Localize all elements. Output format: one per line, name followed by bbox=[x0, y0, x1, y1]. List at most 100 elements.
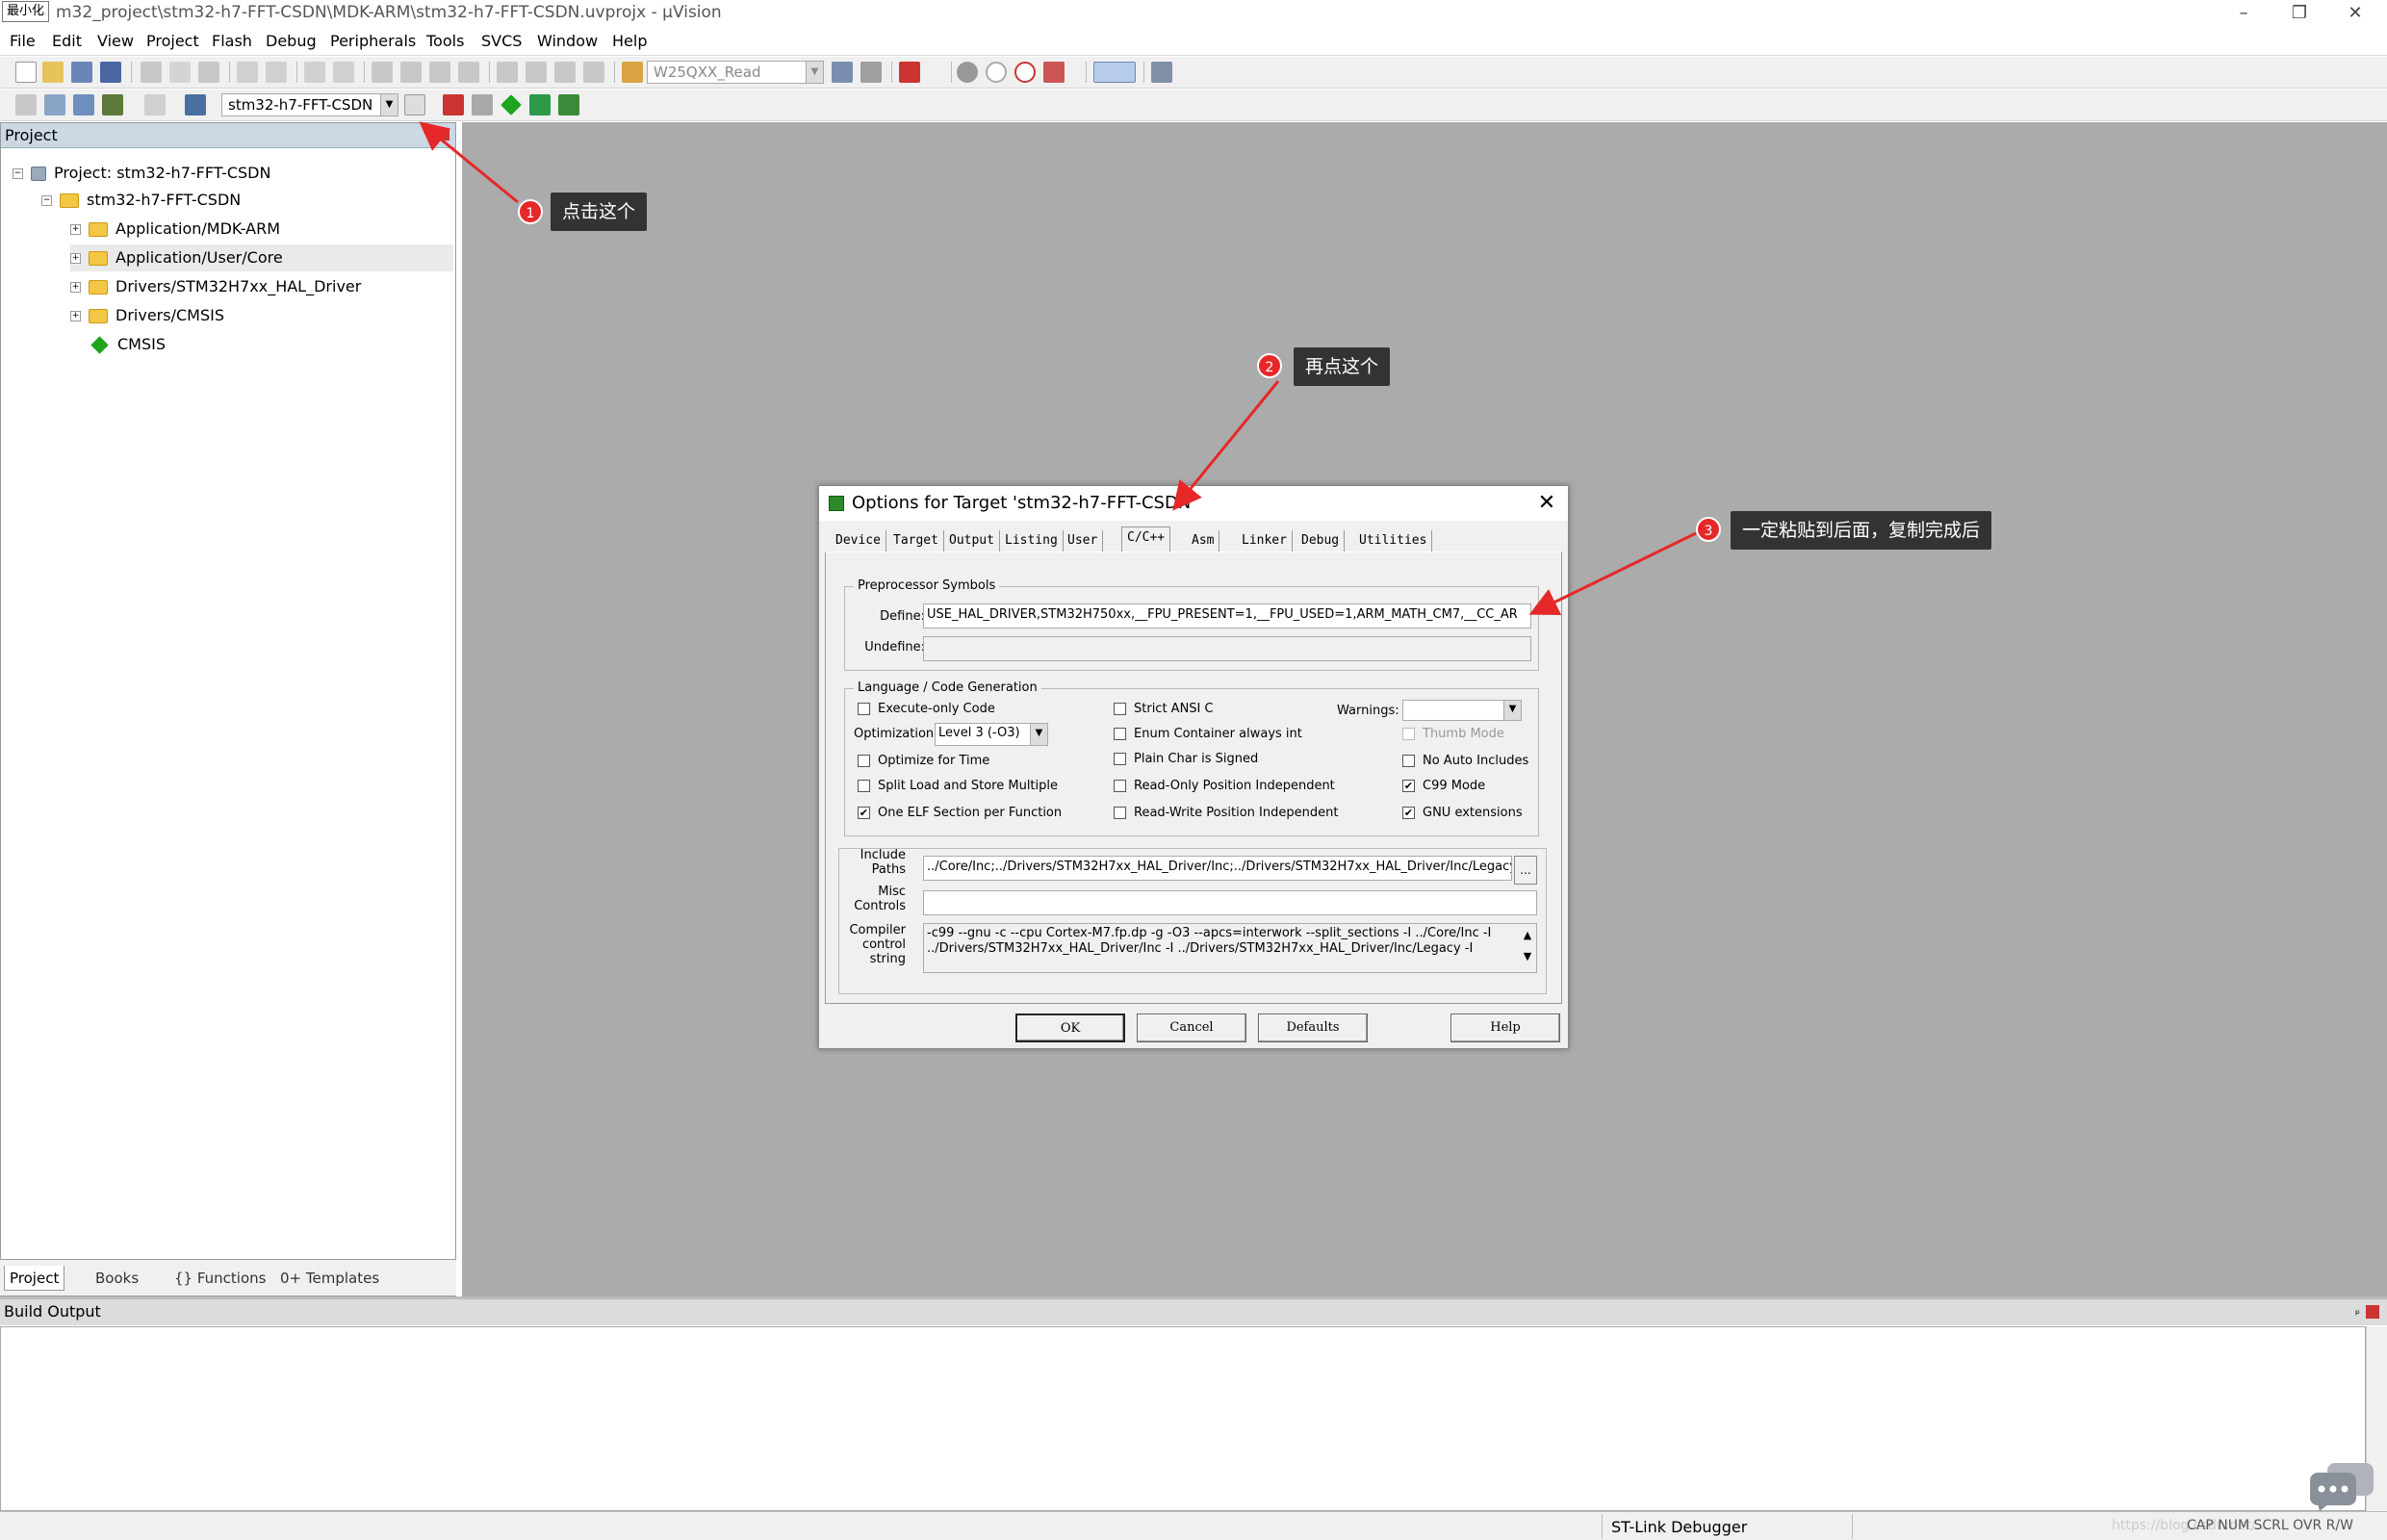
tab-cpp[interactable]: C/C++ bbox=[1121, 526, 1171, 552]
build-output-pane[interactable] bbox=[0, 1326, 2366, 1511]
chevron-down-icon[interactable]: ▼ bbox=[380, 94, 398, 116]
open-file-icon[interactable] bbox=[42, 62, 64, 83]
prev-bookmark-icon[interactable] bbox=[400, 62, 422, 83]
tab-target[interactable]: Target bbox=[888, 530, 944, 552]
find-replace-icon[interactable] bbox=[860, 62, 882, 83]
split-load-store-checkbox[interactable]: Split Load and Store Multiple bbox=[858, 777, 1058, 796]
paste-icon[interactable] bbox=[198, 62, 219, 83]
menu-file[interactable]: File bbox=[10, 32, 36, 50]
chat-bubble-icon[interactable] bbox=[2308, 1461, 2377, 1511]
indent-icon[interactable] bbox=[497, 62, 518, 83]
tab-utilities[interactable]: Utilities bbox=[1354, 530, 1433, 552]
c99-mode-checkbox[interactable]: ✔ C99 Mode bbox=[1402, 777, 1485, 796]
batch-build-icon[interactable] bbox=[102, 94, 123, 116]
comment-icon[interactable] bbox=[554, 62, 576, 83]
download-icon[interactable] bbox=[185, 94, 206, 116]
menu-help[interactable]: Help bbox=[612, 32, 647, 50]
undefine-input[interactable] bbox=[923, 636, 1531, 661]
gnu-extensions-checkbox[interactable]: ✔ GNU extensions bbox=[1402, 804, 1523, 823]
tab-asm[interactable]: Asm bbox=[1187, 530, 1220, 552]
chevron-down-icon[interactable]: ▼ bbox=[1503, 701, 1521, 720]
stop-build-icon[interactable] bbox=[144, 94, 166, 116]
chevron-down-icon[interactable]: ▼ bbox=[806, 62, 823, 83]
maximize-button[interactable]: ❐ bbox=[2272, 0, 2327, 29]
tree-item-component[interactable]: CMSIS bbox=[90, 331, 166, 358]
build-icon[interactable] bbox=[44, 94, 65, 116]
ropi-checkbox[interactable]: Read-Only Position Independent bbox=[1114, 777, 1335, 796]
tab-linker[interactable]: Linker bbox=[1237, 530, 1293, 552]
tree-item-group[interactable]: + Application/User/Core bbox=[70, 244, 453, 271]
expand-icon[interactable]: + bbox=[70, 224, 81, 235]
debug-session-icon[interactable] bbox=[899, 62, 920, 83]
clear-bookmarks-icon[interactable] bbox=[458, 62, 479, 83]
browse-include-button[interactable]: ... bbox=[1514, 856, 1537, 885]
chevron-down-icon[interactable]: ▼ bbox=[1030, 724, 1047, 745]
minimize-button[interactable]: – bbox=[2216, 0, 2272, 29]
bookmark-icon[interactable] bbox=[372, 62, 393, 83]
expand-icon[interactable]: + bbox=[70, 311, 81, 321]
one-elf-section-checkbox[interactable]: ✔ One ELF Section per Function bbox=[858, 804, 1062, 823]
define-input[interactable]: USE_HAL_DRIVER,STM32H750xx,__FPU_PRESENT… bbox=[923, 603, 1531, 629]
copy-icon[interactable] bbox=[169, 62, 191, 83]
pin-icon[interactable]: ᵖ bbox=[427, 123, 432, 148]
find-in-files-icon[interactable] bbox=[622, 62, 643, 83]
manage-rte-icon[interactable] bbox=[500, 94, 522, 116]
optimize-time-checkbox[interactable]: Optimize for Time bbox=[858, 752, 989, 771]
close-icon[interactable]: ✕ bbox=[1533, 490, 1560, 517]
tab-templates[interactable]: 0+ Templates bbox=[275, 1266, 384, 1291]
translate-icon[interactable] bbox=[15, 94, 37, 116]
rebuild-icon[interactable] bbox=[73, 94, 94, 116]
cut-icon[interactable] bbox=[141, 62, 162, 83]
incremental-find-icon[interactable] bbox=[832, 62, 853, 83]
tab-user[interactable]: User bbox=[1063, 530, 1104, 552]
manage-project-items-icon[interactable] bbox=[443, 94, 464, 116]
tree-item-group[interactable]: + Application/MDK-ARM bbox=[70, 216, 280, 243]
help-button[interactable]: Help bbox=[1450, 1014, 1560, 1042]
strict-ansi-checkbox[interactable]: Strict ANSI C bbox=[1114, 700, 1214, 719]
enum-container-checkbox[interactable]: Enum Container always int bbox=[1114, 725, 1302, 744]
menu-debug[interactable]: Debug bbox=[266, 32, 317, 50]
no-auto-includes-checkbox[interactable]: No Auto Includes bbox=[1402, 752, 1528, 771]
next-bookmark-icon[interactable] bbox=[429, 62, 450, 83]
disable-breakpoint-icon[interactable] bbox=[986, 62, 1007, 83]
tab-output[interactable]: Output bbox=[944, 530, 1000, 552]
menu-view[interactable]: View bbox=[97, 32, 134, 50]
select-packs-icon[interactable] bbox=[529, 94, 551, 116]
menu-flash[interactable]: Flash bbox=[212, 32, 252, 50]
unindent-icon[interactable] bbox=[526, 62, 547, 83]
undo-icon[interactable] bbox=[237, 62, 258, 83]
execute-only-checkbox[interactable]: Execute-only Code bbox=[858, 700, 995, 719]
kill-breakpoints-icon[interactable] bbox=[1043, 62, 1065, 83]
redo-icon[interactable] bbox=[266, 62, 287, 83]
save-all-icon[interactable] bbox=[100, 62, 121, 83]
plain-char-signed-checkbox[interactable]: Plain Char is Signed bbox=[1114, 750, 1258, 769]
ok-button[interactable]: OK bbox=[1015, 1014, 1125, 1042]
target-combo[interactable]: stm32-h7-FFT-CSDN ▼ bbox=[221, 93, 398, 116]
collapse-icon[interactable]: − bbox=[41, 195, 52, 206]
uncomment-icon[interactable] bbox=[583, 62, 604, 83]
menu-svcs[interactable]: SVCS bbox=[481, 32, 522, 50]
tab-project[interactable]: Project bbox=[4, 1266, 65, 1291]
tab-debug[interactable]: Debug bbox=[1296, 530, 1346, 552]
defaults-button[interactable]: Defaults bbox=[1258, 1014, 1368, 1042]
nav-back-icon[interactable] bbox=[304, 62, 325, 83]
close-window-button[interactable]: ✕ bbox=[2327, 0, 2383, 29]
expand-icon[interactable]: + bbox=[70, 253, 81, 264]
cancel-button[interactable]: Cancel bbox=[1137, 1014, 1246, 1042]
configure-icon[interactable] bbox=[1151, 62, 1172, 83]
collapse-icon[interactable]: − bbox=[13, 168, 23, 179]
file-extensions-icon[interactable] bbox=[472, 94, 493, 116]
breakpoint-icon[interactable] bbox=[957, 62, 978, 83]
menu-project[interactable]: Project bbox=[146, 32, 199, 50]
pin-icon[interactable]: ᵖ bbox=[2355, 1301, 2360, 1326]
tree-item-root[interactable]: − Project: stm32-h7-FFT-CSDN bbox=[13, 160, 270, 187]
clear-breakpoints-icon[interactable] bbox=[1014, 62, 1036, 83]
tab-books[interactable]: Books bbox=[90, 1266, 143, 1291]
window-layout-icon[interactable] bbox=[1093, 62, 1136, 83]
menu-window[interactable]: Window bbox=[537, 32, 598, 50]
tree-item-group[interactable]: + Drivers/CMSIS bbox=[70, 302, 224, 329]
warnings-select[interactable]: ▼ bbox=[1402, 700, 1522, 721]
pack-installer-icon[interactable] bbox=[558, 94, 579, 116]
options-for-target-icon[interactable] bbox=[404, 94, 425, 116]
tree-item-target[interactable]: − stm32-h7-FFT-CSDN bbox=[41, 187, 241, 214]
